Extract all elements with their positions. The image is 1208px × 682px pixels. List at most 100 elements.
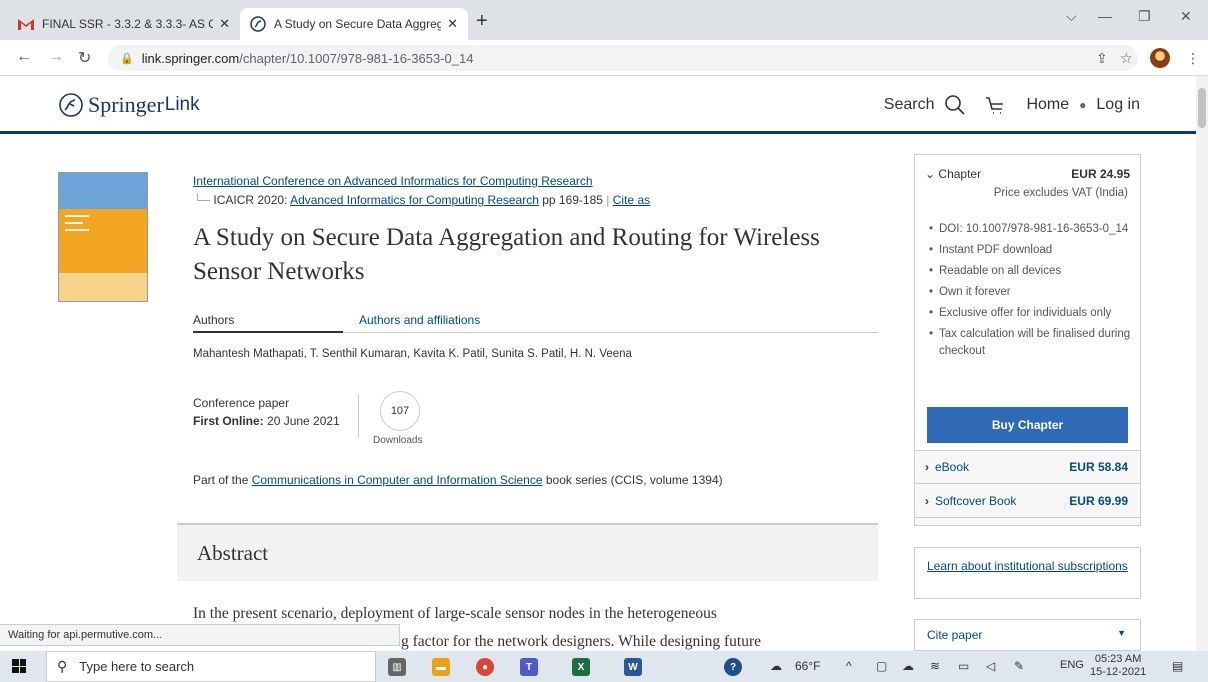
series-link[interactable]: Advanced Informatics for Computing Resea… <box>290 193 539 207</box>
clock-time: 05:23 AM <box>1094 653 1142 665</box>
buy-chapter-button[interactable]: Buy Chapter <box>927 407 1128 443</box>
help-icon[interactable]: ? <box>724 658 742 676</box>
downloads-count: 107 <box>380 391 420 431</box>
minimize-icon[interactable]: — <box>1098 8 1112 24</box>
forward-icon[interactable]: → <box>48 48 64 66</box>
language-indicator[interactable]: ENG <box>1060 659 1084 671</box>
cart-icon[interactable] <box>984 94 1006 116</box>
file-explorer-icon[interactable]: ▬ <box>432 658 450 676</box>
menu-icon[interactable]: ⋮ <box>1186 50 1200 67</box>
feature-pdf: Instant PDF download <box>927 242 1132 259</box>
new-tab-icon[interactable]: + <box>476 10 488 33</box>
ebook-label: eBook <box>935 460 970 474</box>
windows-start-icon[interactable] <box>12 659 26 673</box>
profile-avatar[interactable] <box>1150 48 1170 68</box>
tab-affiliations[interactable]: Authors and affiliations <box>359 313 480 327</box>
chevron-right-icon: › <box>925 494 929 508</box>
url-field[interactable]: 🔒 link.springer.com/chapter/10.1007/978-… <box>108 45 1138 71</box>
url-host: link.springer.com <box>141 50 240 66</box>
dropdown-arrow-icon: ▼ <box>1117 628 1126 638</box>
buy-chapter-panel: ⌄ Chapter EUR 24.95 Price excludes VAT (… <box>915 155 1140 451</box>
task-view-icon[interactable]: ▥ <box>388 658 406 676</box>
downloads-label: Downloads <box>373 435 423 446</box>
logo-link: Link <box>164 94 200 115</box>
search-link[interactable]: Search <box>884 96 935 114</box>
divider <box>358 394 359 438</box>
home-link[interactable]: Home <box>1026 96 1069 114</box>
teams-icon[interactable]: T <box>520 658 538 676</box>
authors-tabs: Authors Authors and affiliations <box>193 313 878 333</box>
conference-line: International Conference on Advanced Inf… <box>193 174 593 188</box>
search-icon[interactable] <box>944 94 966 116</box>
page-scrollbar[interactable] <box>1196 76 1208 651</box>
share-icon[interactable]: ⇪ <box>1096 50 1108 67</box>
tab-authors[interactable]: Authors <box>193 313 343 333</box>
taskbar-search-placeholder: Type here to search <box>79 659 195 674</box>
springerlink-logo[interactable]: Springer Link <box>58 92 200 118</box>
feature-own: Own it forever <box>927 284 1132 301</box>
tab-title: FINAL SSR - 3.3.2 & 3.3.3- AS ON <box>42 17 214 31</box>
taskbar-search[interactable]: ⚲ Type here to search <box>46 651 376 682</box>
abstract-heading: Abstract <box>197 541 269 565</box>
login-link[interactable]: Log in <box>1096 96 1140 114</box>
scrollbar-thumb[interactable] <box>1198 88 1206 128</box>
reload-icon[interactable]: ↻ <box>78 48 91 68</box>
notification-icon[interactable]: ▤ <box>1172 659 1183 673</box>
cite-paper-dropdown[interactable]: Cite paper ▼ <box>914 619 1141 651</box>
excel-icon[interactable]: X <box>572 658 590 676</box>
window-close-icon[interactable]: ✕ <box>1180 8 1192 25</box>
close-icon[interactable]: ✕ <box>447 16 458 32</box>
word-icon[interactable]: W <box>624 658 642 676</box>
back-icon[interactable]: ← <box>16 48 32 66</box>
weather-temp[interactable]: 66°F <box>795 659 820 673</box>
part-of-prefix: Part of the <box>193 473 249 487</box>
tab-gmail[interactable]: FINAL SSR - 3.3.2 & 3.3.3- AS ON ✕ <box>8 8 240 40</box>
lock-icon: 🔒 <box>120 52 134 65</box>
part-of-suffix: book series (CCIS, volume 1394) <box>545 473 723 487</box>
abstract-section-header[interactable]: Abstract <box>177 523 878 581</box>
paper-type-block: Conference paper First Online: 20 June 2… <box>193 394 340 430</box>
restore-icon[interactable]: ❐ <box>1138 8 1151 25</box>
book-cover[interactable]: ▬▬▬▬ ▬▬▬ ▬▬▬▬ <box>58 172 148 302</box>
chevron-down-icon[interactable]: ⌵ <box>1066 8 1077 25</box>
part-of-line: Part of the Communications in Computer a… <box>193 473 723 487</box>
onedrive-icon[interactable]: ☁ <box>902 659 914 673</box>
battery-icon[interactable]: ▭ <box>958 659 969 673</box>
ebook-price: EUR 58.84 <box>1069 460 1128 474</box>
first-online-date: 20 June 2021 <box>267 414 340 428</box>
meet-icon[interactable]: ▢ <box>876 659 887 673</box>
tab-title: A Study on Secure Data Aggrega <box>274 17 442 31</box>
softcover-label: Softcover Book <box>935 494 1017 508</box>
page-viewport: Springer Link Search Home ● Log in ▬▬▬▬ ▬▬… <box>0 76 1196 651</box>
ebook-option[interactable]: › eBook EUR 58.84 <box>915 451 1140 484</box>
pages: pp 169-185 <box>542 193 603 207</box>
volume-icon[interactable]: ◁ <box>986 659 995 673</box>
clock[interactable]: 05:23 AM 15-12-2021 <box>1090 653 1146 679</box>
series-ccis-link[interactable]: Communications in Computer and Informati… <box>252 473 543 487</box>
feature-devices: Readable on all devices <box>927 263 1132 280</box>
institutional-link[interactable]: Learn about institutional subscriptions <box>927 559 1128 573</box>
windows-taskbar: ⚲ Type here to search ▥ ▬ ● T X W ? ☁ 66… <box>0 651 1208 682</box>
chapter-price: EUR 24.95 <box>1071 167 1130 181</box>
pen-icon[interactable]: ✎ <box>1014 659 1024 673</box>
wifi-icon[interactable]: ≋ <box>930 659 940 673</box>
book-cover-art: ▬▬▬▬ ▬▬▬ ▬▬▬▬ <box>65 213 89 233</box>
chrome-icon[interactable]: ● <box>476 658 494 676</box>
chapter-option[interactable]: ⌄ Chapter EUR 24.95 <box>925 167 1130 181</box>
tab-springer[interactable]: A Study on Secure Data Aggrega ✕ <box>240 8 468 40</box>
conference-link[interactable]: International Conference on Advanced Inf… <box>193 174 593 188</box>
cite-as-link[interactable]: Cite as <box>613 193 650 207</box>
feature-doi: DOI: 10.1007/978-981-16-3653-0_14 <box>927 221 1132 238</box>
softcover-option[interactable]: › Softcover Book EUR 69.99 <box>915 485 1140 518</box>
chevron-down-icon: ⌄ <box>925 167 936 181</box>
close-icon[interactable]: ✕ <box>219 16 230 32</box>
chapter-label: Chapter <box>938 167 982 181</box>
springer-icon <box>250 16 266 32</box>
address-bar: ← → ↻ 🔒 link.springer.com/chapter/10.100… <box>0 40 1208 76</box>
url-path: /chapter/10.1007/978-981-16-3653-0_14 <box>239 50 474 66</box>
bookmark-star-icon[interactable]: ☆ <box>1120 50 1133 67</box>
softcover-price: EUR 69.99 <box>1069 494 1128 508</box>
tray-chevron-icon[interactable]: ^ <box>846 659 852 673</box>
status-bubble: Waiting for api.permutive.com... <box>0 624 400 646</box>
logo-springer: Springer <box>88 92 164 117</box>
